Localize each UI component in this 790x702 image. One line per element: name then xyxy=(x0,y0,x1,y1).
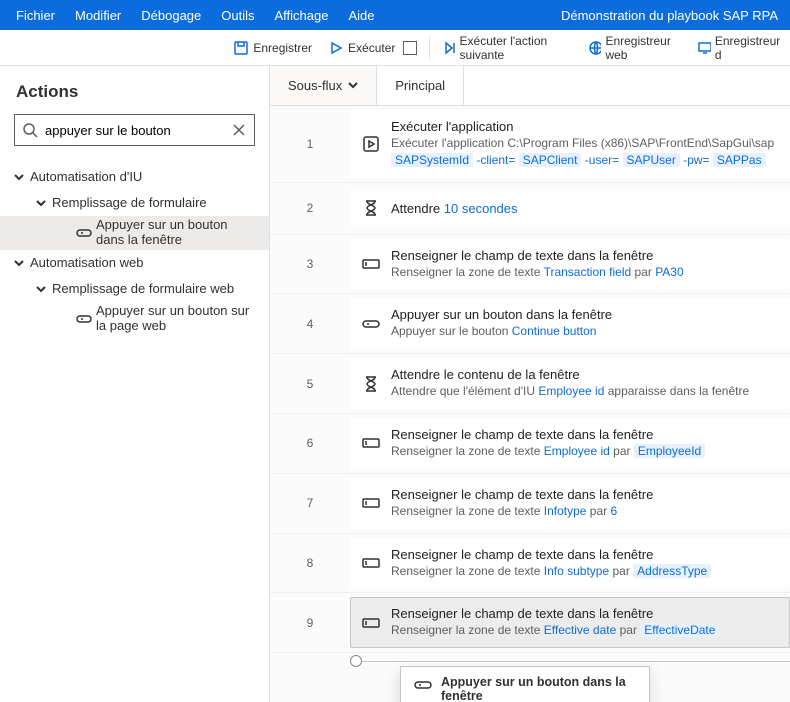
tab-main[interactable]: Principal xyxy=(377,66,464,105)
tree-action-press-web-button[interactable]: Appuyer sur un bouton sur la page web xyxy=(0,302,269,336)
flow-step[interactable]: 2 Attendre 10 secondes xyxy=(270,183,790,235)
clear-icon[interactable] xyxy=(231,122,247,138)
step-icon xyxy=(442,40,455,56)
tree-group-form-fill[interactable]: Remplissage de formulaire xyxy=(0,190,269,216)
textfield-icon xyxy=(361,254,381,274)
chevron-down-icon xyxy=(14,256,28,270)
flow-step[interactable]: 8 Renseigner le champ de texte dans la f… xyxy=(270,534,790,594)
textfield-icon xyxy=(361,613,381,633)
textfield-icon xyxy=(361,553,381,573)
tab-subflows-dropdown[interactable]: Sous-flux xyxy=(270,66,377,105)
textfield-icon xyxy=(361,433,381,453)
menu-help[interactable]: Aide xyxy=(338,0,384,30)
step-subtitle: Exécuter l'application C:\Program Files … xyxy=(391,135,779,169)
chevron-down-icon xyxy=(36,282,50,296)
step-subtitle: Attendre que l'élément d'IU Employee id … xyxy=(391,383,779,400)
web-recorder-button[interactable]: Enregistreur web xyxy=(580,30,688,66)
flow-step[interactable]: 3 Renseigner le champ de texte dans la f… xyxy=(270,235,790,295)
flow-step[interactable]: 4 Appuyer sur un bouton dans la fenêtre … xyxy=(270,294,790,354)
tree-group-web-automation[interactable]: Automatisation web xyxy=(0,250,269,276)
actions-tree: Automatisation d'IU Remplissage de formu… xyxy=(0,158,269,702)
hourglass-icon xyxy=(361,198,381,218)
step-title: Appuyer sur un bouton dans la fenêtre xyxy=(391,307,779,322)
tree-action-press-window-button[interactable]: Appuyer sur un bouton dans la fenêtre xyxy=(0,216,269,250)
menu-edit[interactable]: Modifier xyxy=(65,0,131,30)
step-number: 8 xyxy=(270,556,350,570)
flow-step[interactable]: 6 Renseigner le champ de texte dans la f… xyxy=(270,414,790,474)
step-title: Renseigner le champ de texte dans la fen… xyxy=(391,487,779,502)
run-next-button[interactable]: Exécuter l'action suivante xyxy=(434,30,580,66)
monitor-icon xyxy=(697,40,711,56)
press-icon xyxy=(72,225,96,241)
globe-icon xyxy=(588,40,601,56)
flow-step[interactable]: 7 Renseigner le champ de texte dans la f… xyxy=(270,474,790,534)
step-subtitle: Renseigner la zone de texte Transaction … xyxy=(391,264,779,281)
actions-sidebar: Actions Automatisation d'IU Remplissage … xyxy=(0,66,270,702)
step-number: 5 xyxy=(270,377,350,391)
window-title: Démonstration du playbook SAP RPA xyxy=(561,8,784,23)
flow-step[interactable]: 9 Renseigner le champ de texte dans la f… xyxy=(270,593,790,653)
chevron-down-icon xyxy=(14,170,28,184)
step-title: Attendre 10 secondes xyxy=(391,201,779,216)
flow-area: Sous-flux Principal 1 Exécuter l'applica… xyxy=(270,66,790,702)
tree-group-web-form-fill[interactable]: Remplissage de formulaire web xyxy=(0,276,269,302)
desktop-recorder-button[interactable]: Enregistreur d xyxy=(689,30,790,66)
flow-step[interactable]: 1 Exécuter l'application Exécuter l'appl… xyxy=(270,106,790,183)
tree-group-ui-automation[interactable]: Automatisation d'IU xyxy=(0,164,269,190)
step-number: 7 xyxy=(270,496,350,510)
run-checkbox[interactable] xyxy=(403,41,417,55)
flow-step[interactable]: 5 Attendre le contenu de la fenêtre Atte… xyxy=(270,354,790,414)
step-number: 9 xyxy=(270,616,350,630)
search-icon xyxy=(22,122,38,138)
step-number: 4 xyxy=(270,317,350,331)
toolbar: Enregistrer Exécuter Exécuter l'action s… xyxy=(0,30,790,66)
step-subtitle: Renseigner la zone de texte Info subtype… xyxy=(391,563,779,580)
press-icon xyxy=(413,675,431,693)
textfield-icon xyxy=(361,493,381,513)
sidebar-title: Actions xyxy=(0,66,269,114)
press-icon xyxy=(361,314,381,334)
step-title: Renseigner le champ de texte dans la fen… xyxy=(391,427,779,442)
menu-tools[interactable]: Outils xyxy=(211,0,264,30)
menu-view[interactable]: Affichage xyxy=(265,0,339,30)
play-icon xyxy=(328,40,344,56)
step-number: 2 xyxy=(270,201,350,215)
step-subtitle: Renseigner la zone de texte Effective da… xyxy=(391,622,779,639)
step-title: Renseigner le champ de texte dans la fen… xyxy=(391,547,779,562)
save-icon xyxy=(233,40,249,56)
menu-bar: Fichier Modifier Débogage Outils Afficha… xyxy=(0,0,790,30)
menu-debug[interactable]: Débogage xyxy=(131,0,211,30)
step-number: 1 xyxy=(270,137,350,151)
step-subtitle: Appuyer sur le bouton Continue button xyxy=(391,323,779,340)
run-button[interactable]: Exécuter xyxy=(320,30,425,66)
step-title: Attendre le contenu de la fenêtre xyxy=(391,367,779,382)
step-title: Renseigner le champ de texte dans la fen… xyxy=(391,248,779,263)
chevron-down-icon xyxy=(348,78,358,93)
drag-ghost: Appuyer sur un bouton dans la fenêtre Ap… xyxy=(400,666,650,702)
press-icon xyxy=(72,311,96,327)
hourglass-icon xyxy=(361,374,381,394)
play-icon xyxy=(361,134,381,154)
step-title: Exécuter l'application xyxy=(391,119,779,134)
flow-canvas[interactable]: 1 Exécuter l'application Exécuter l'appl… xyxy=(270,106,790,702)
step-number: 6 xyxy=(270,436,350,450)
step-title: Renseigner le champ de texte dans la fen… xyxy=(391,606,779,621)
step-subtitle: Renseigner la zone de texte Infotype par… xyxy=(391,503,779,520)
save-button[interactable]: Enregistrer xyxy=(225,30,320,66)
menu-file[interactable]: Fichier xyxy=(6,0,65,30)
step-subtitle: Renseigner la zone de texte Employee id … xyxy=(391,443,779,460)
step-number: 3 xyxy=(270,257,350,271)
subflow-tabs: Sous-flux Principal xyxy=(270,66,790,106)
chevron-down-icon xyxy=(36,196,50,210)
search-input[interactable] xyxy=(14,114,255,146)
